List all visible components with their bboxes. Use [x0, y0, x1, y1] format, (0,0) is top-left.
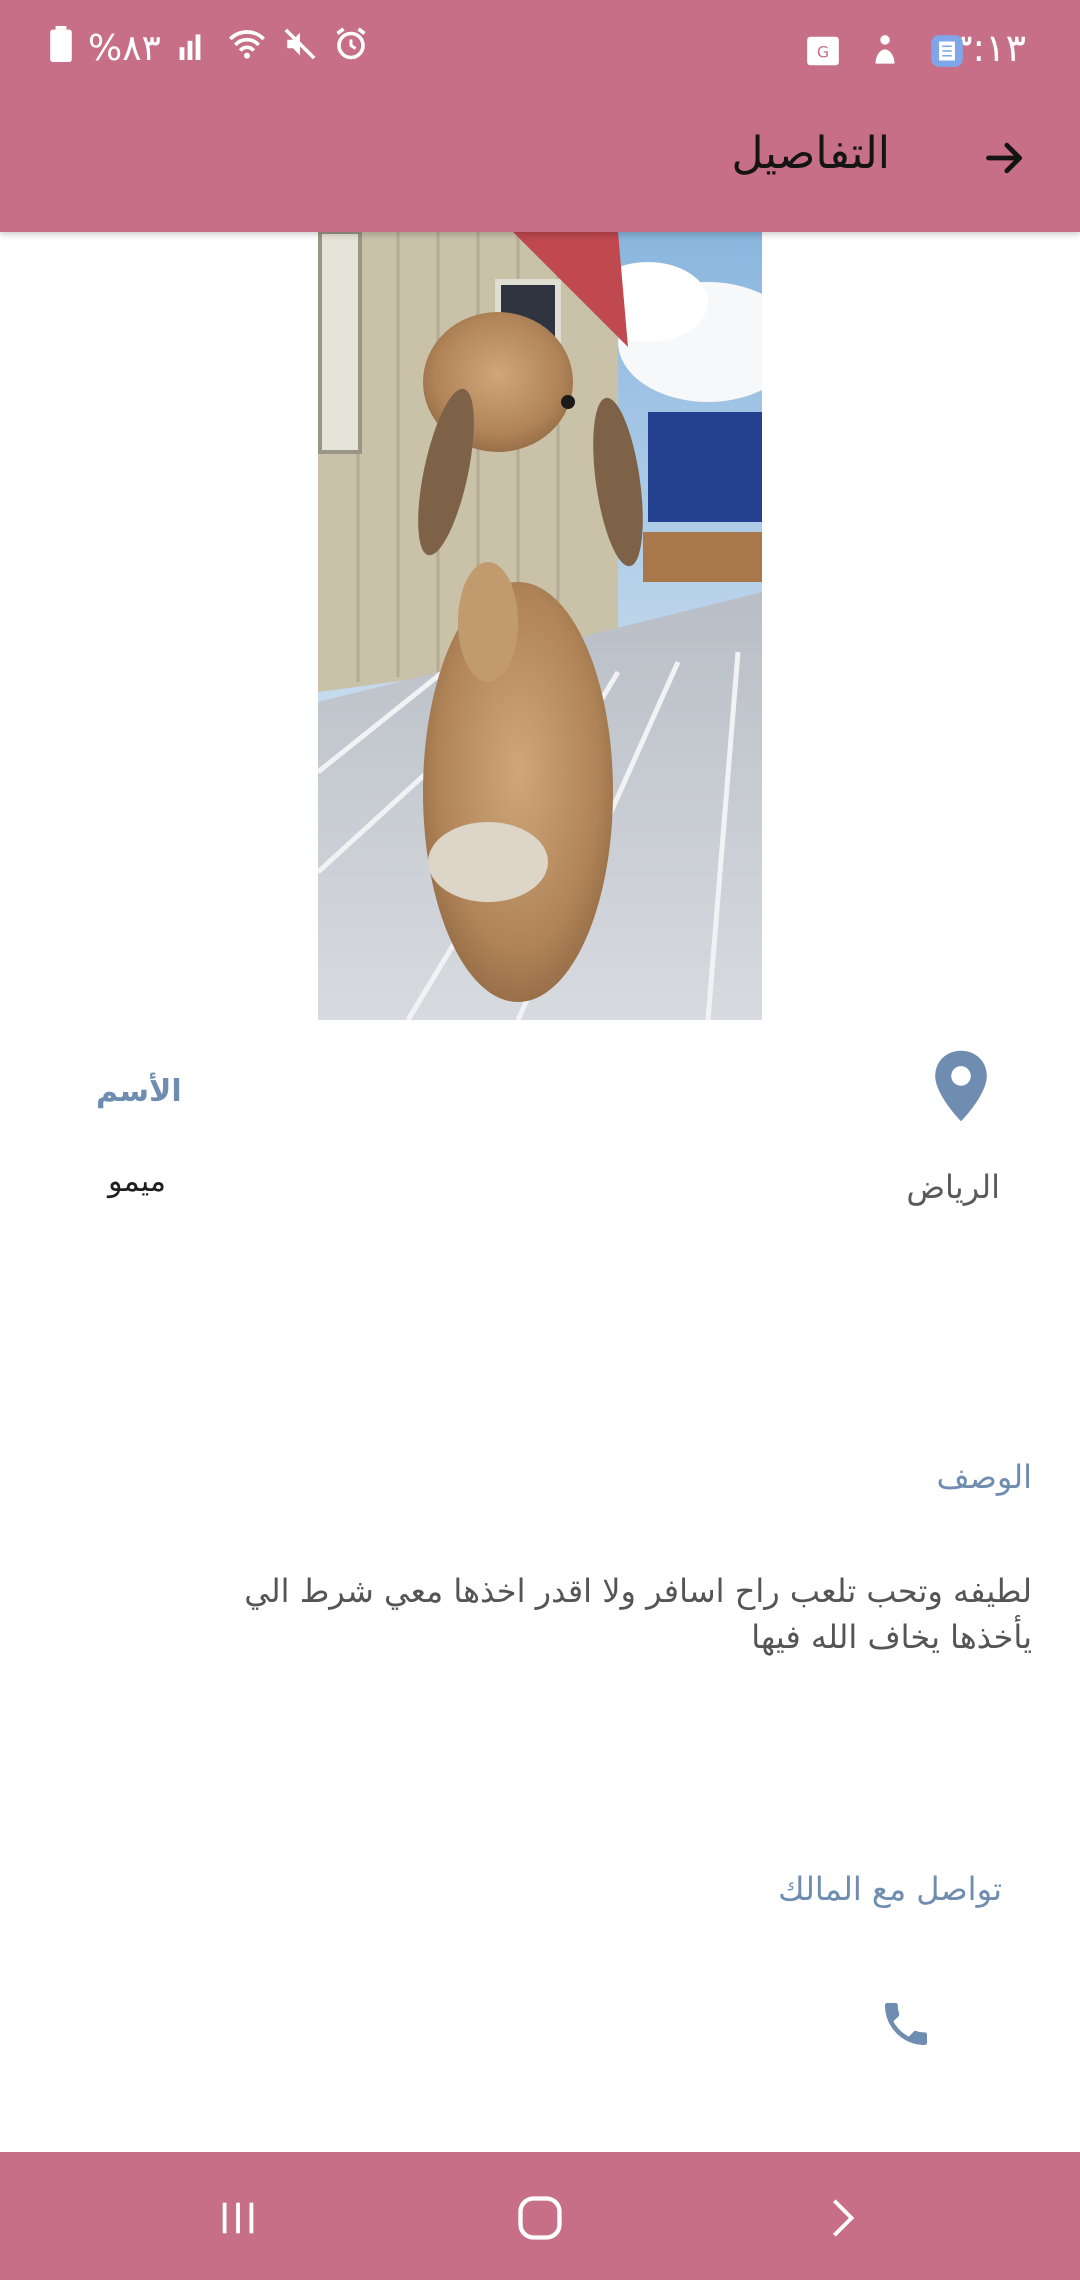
name-label: الأسم: [96, 1074, 182, 1109]
home-button[interactable]: [508, 2190, 572, 2246]
alarm-icon: [333, 26, 369, 71]
call-owner-button[interactable]: [872, 1990, 940, 2058]
pet-photo: [318, 232, 762, 1020]
back-button[interactable]: [970, 126, 1040, 190]
recent-apps-icon: [222, 2202, 254, 2234]
description-label: الوصف: [936, 1458, 1032, 1496]
page-title: التفاصيل: [731, 128, 890, 179]
translate-icon: G: [802, 30, 844, 72]
chevron-right-icon: [832, 2199, 855, 2237]
home-icon: [518, 2196, 562, 2240]
battery-icon: [50, 26, 72, 71]
wifi-icon: [227, 27, 267, 70]
contact-owner-label: تواصل مع المالك: [778, 1870, 1002, 1908]
accessibility-icon: [864, 30, 906, 72]
arrow-right-icon: [986, 142, 1023, 174]
system-navigation-bar: [0, 2152, 1080, 2280]
status-system-icons: %٨٣: [50, 26, 369, 71]
notes-icon: [926, 30, 968, 72]
description-text: لطيفه وتحب تلعب راح اسافر ولا اقدر اخذها…: [244, 1572, 1032, 1656]
svg-text:G: G: [817, 42, 829, 61]
battery-percent: %٨٣: [88, 28, 161, 69]
status-notification-icons: G: [802, 30, 968, 72]
signal-icon: [177, 28, 211, 69]
location-pin-icon: [935, 1050, 987, 1122]
mute-icon: [283, 27, 317, 70]
phone-icon: [885, 2003, 927, 2045]
back-nav-button[interactable]: [810, 2190, 874, 2246]
recent-apps-button[interactable]: [206, 2190, 270, 2246]
top-app-bar: ٣:١٣ G %٨٣ التفاصيل: [0, 0, 1080, 232]
location-text: الرياض: [906, 1168, 1000, 1206]
name-value: ميمو: [108, 1164, 166, 1199]
